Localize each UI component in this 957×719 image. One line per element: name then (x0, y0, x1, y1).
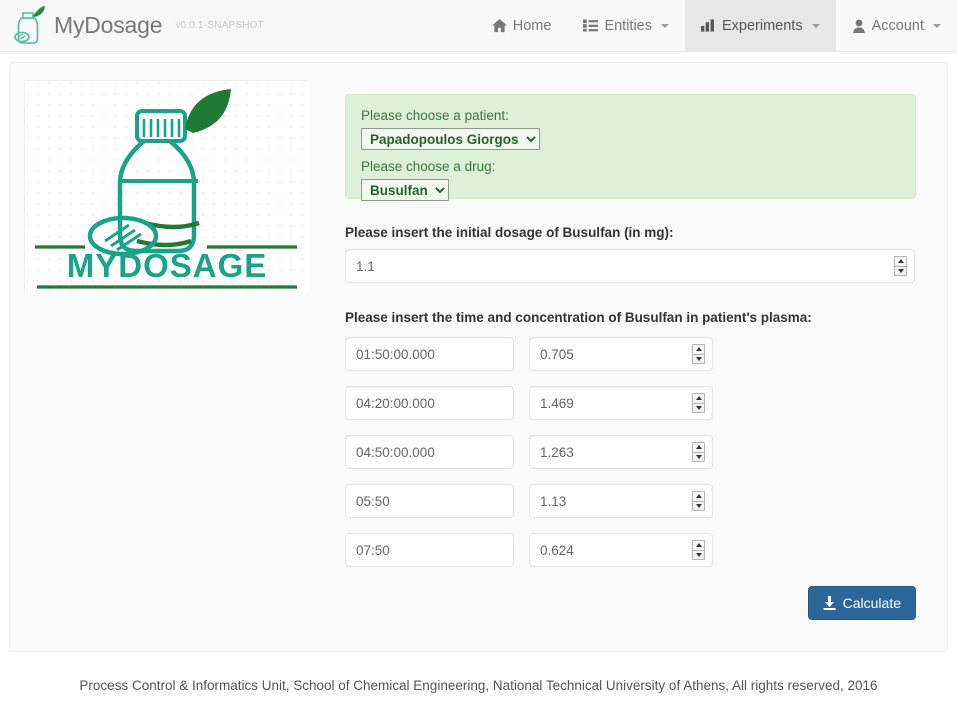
time-input[interactable] (345, 484, 514, 518)
nav-item-label: Entities (604, 17, 652, 34)
concentration-field-wrap (529, 386, 713, 420)
page-container: MYDOSAGE Please choose a patient: Papado… (0, 52, 957, 693)
list-icon (583, 19, 599, 32)
calculate-button[interactable]: Calculate (807, 586, 916, 620)
dosage-label: Please insert the initial dosage of Busu… (345, 225, 674, 240)
brand[interactable]: MyDosage v0.0.1-SNAPSHOT (0, 0, 264, 51)
user-icon (852, 19, 866, 33)
patient-select[interactable]: Papadopoulos Giorgos (361, 128, 540, 150)
concentration-stepper[interactable] (692, 393, 705, 413)
selection-panel: Please choose a patient: Papadopoulos Gi… (345, 94, 916, 201)
measurement-row (345, 337, 916, 371)
stepper-down-icon[interactable] (693, 551, 704, 560)
stepper-up-icon[interactable] (693, 345, 704, 355)
concentration-input[interactable] (529, 533, 713, 567)
concentration-input[interactable] (529, 337, 713, 371)
time-input[interactable] (345, 435, 514, 469)
measurement-row (345, 533, 916, 567)
concentration-field-wrap (529, 337, 713, 371)
measurement-rows (345, 337, 916, 567)
calculate-label: Calculate (842, 595, 901, 611)
nav-item-home[interactable]: Home (476, 0, 568, 51)
concentration-input[interactable] (529, 484, 713, 518)
stepper-down-icon[interactable] (693, 404, 704, 413)
medicine-bottle-icon (10, 4, 46, 48)
measurement-row (345, 484, 916, 518)
chevron-down-icon (933, 23, 941, 28)
concentration-field-wrap (529, 435, 713, 469)
time-input[interactable] (345, 533, 514, 567)
stepper-down-icon[interactable] (693, 453, 704, 462)
concentration-stepper[interactable] (692, 491, 705, 511)
patient-label: Please choose a patient: (361, 108, 509, 123)
nav-item-account[interactable]: Account (836, 0, 957, 51)
download-icon (823, 596, 836, 610)
dosage-field-wrap (345, 249, 915, 283)
home-icon (491, 18, 507, 33)
measurement-row (345, 386, 916, 420)
chevron-down-icon (811, 23, 820, 28)
chevron-down-icon (661, 23, 669, 28)
stepper-down-icon[interactable] (895, 267, 906, 276)
stepper-up-icon[interactable] (693, 492, 704, 502)
time-input[interactable] (345, 386, 514, 420)
content-panel: MYDOSAGE Please choose a patient: Papado… (9, 62, 948, 652)
brand-version: v0.0.1-SNAPSHOT (175, 20, 264, 31)
nav-item-label: Account (871, 17, 924, 34)
concentration-stepper[interactable] (692, 344, 705, 364)
bar-chart-icon (701, 19, 716, 32)
measurements-label: Please insert the time and concentration… (345, 310, 812, 325)
stepper-up-icon[interactable] (895, 257, 906, 267)
initial-dosage-input[interactable] (345, 249, 915, 283)
logo-column: MYDOSAGE (24, 79, 324, 620)
navbar: MyDosage v0.0.1-SNAPSHOT Home Entities E… (0, 0, 957, 52)
nav-item-label: Home (512, 17, 552, 34)
stepper-down-icon[interactable] (693, 355, 704, 364)
time-input[interactable] (345, 337, 514, 371)
concentration-field-wrap (529, 533, 713, 567)
mydosage-logo: MYDOSAGE (24, 80, 309, 292)
footer: Process Control & Informatics Unit, Scho… (9, 652, 948, 693)
logo-wordmark: MYDOSAGE (67, 247, 268, 284)
stepper-up-icon[interactable] (693, 443, 704, 453)
form-column: Please choose a patient: Papadopoulos Gi… (324, 79, 933, 620)
drug-label: Please choose a drug: (361, 159, 496, 174)
stepper-up-icon[interactable] (693, 394, 704, 404)
dosage-stepper[interactable] (894, 256, 907, 276)
stepper-down-icon[interactable] (693, 502, 704, 511)
drug-select[interactable]: Busulfan (361, 179, 449, 201)
footer-text: Process Control & Informatics Unit, Scho… (79, 678, 878, 693)
measurement-row (345, 435, 916, 469)
nav-item-experiments[interactable]: Experiments (685, 0, 836, 51)
nav-item-entities[interactable]: Entities (567, 0, 685, 51)
brand-name: MyDosage (54, 12, 163, 38)
concentration-stepper[interactable] (692, 540, 705, 560)
concentration-stepper[interactable] (692, 442, 705, 462)
stepper-up-icon[interactable] (693, 541, 704, 551)
action-row: Calculate (345, 586, 916, 620)
nav-item-label: Experiments (722, 17, 803, 34)
navbar-menu: Home Entities Experiments Account (476, 0, 957, 51)
concentration-field-wrap (529, 484, 713, 518)
concentration-input[interactable] (529, 386, 713, 420)
concentration-input[interactable] (529, 435, 713, 469)
